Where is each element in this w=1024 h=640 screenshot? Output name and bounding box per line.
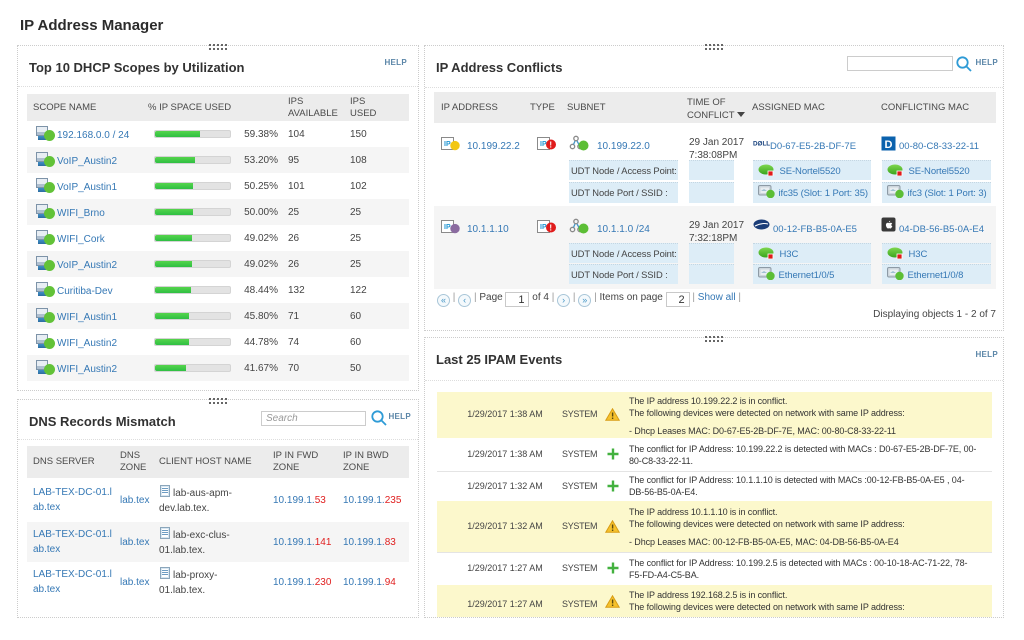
svg-text:IP: IP [444, 224, 451, 231]
svg-text:IP: IP [540, 141, 547, 148]
svg-text:IP: IP [444, 141, 451, 148]
svg-text:DØLL: DØLL [753, 141, 770, 148]
svg-text:D: D [885, 139, 893, 151]
svg-text:IP: IP [540, 224, 547, 231]
svg-text:!: ! [549, 141, 552, 150]
svg-text:!: ! [549, 224, 552, 233]
